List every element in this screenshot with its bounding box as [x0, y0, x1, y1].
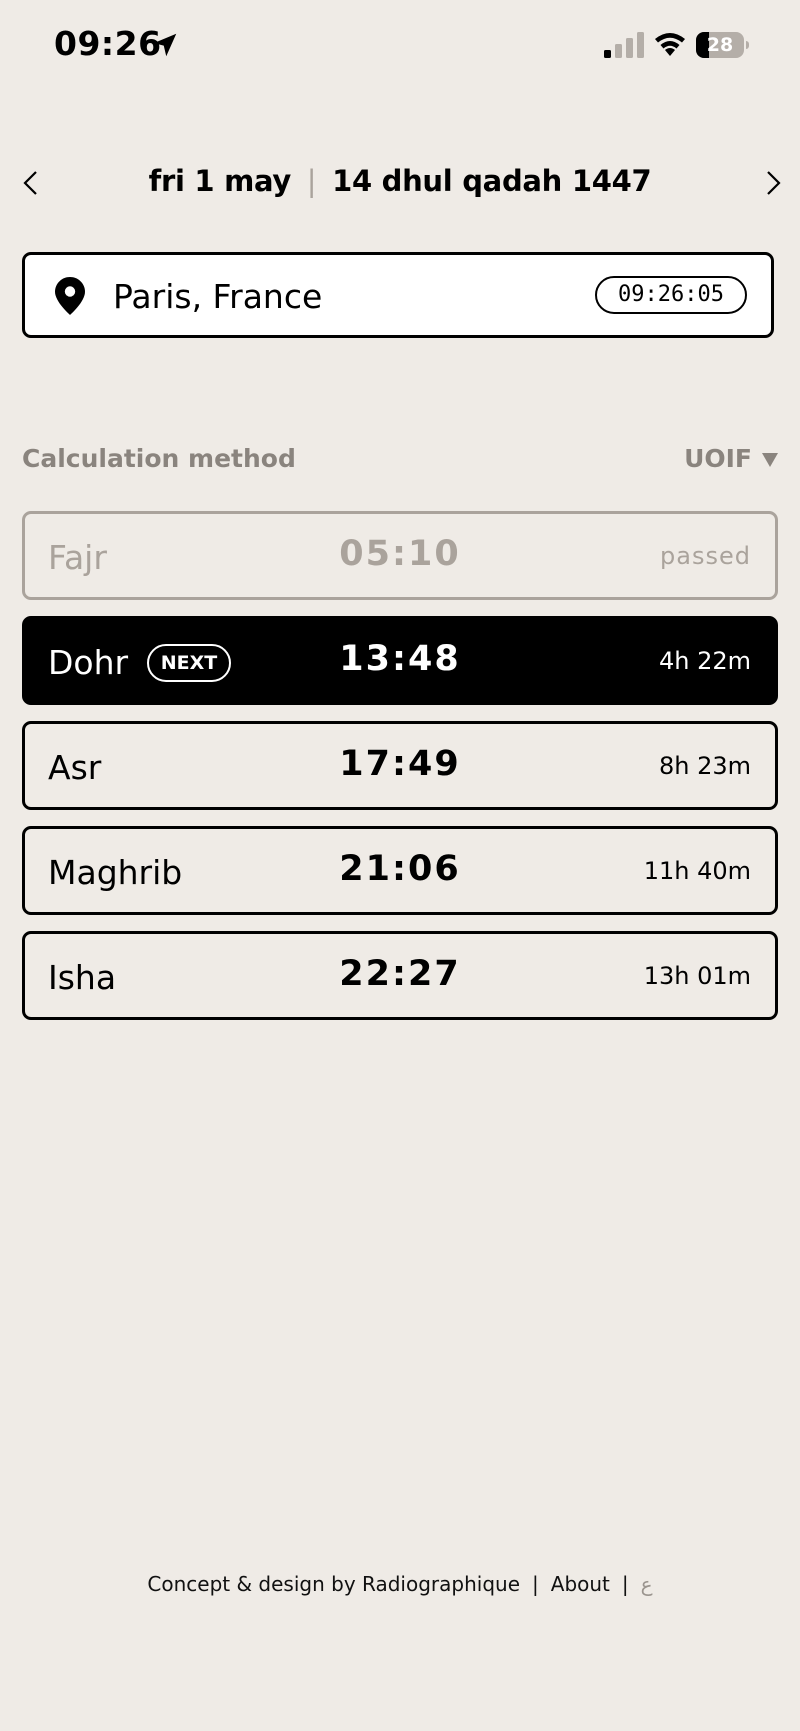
cellular-signal-icon [604, 32, 644, 58]
footer-separator: | [532, 1572, 539, 1596]
prayer-remaining: 4h 22m [658, 647, 751, 675]
calculation-method-label: Calculation method [22, 444, 296, 473]
location-selector[interactable]: Paris, France 09:26:05 [22, 252, 774, 338]
caret-down-icon [762, 453, 778, 467]
credit-link[interactable]: Concept & design by Radiographique [147, 1572, 520, 1596]
prayer-remaining: 11h 40m [643, 857, 751, 885]
location-arrow-icon [153, 33, 177, 57]
prayer-row-fajr: Fajr 05:10 passed [22, 511, 778, 600]
footer-separator: | [621, 1572, 629, 1596]
gregorian-date: fri 1 may [148, 164, 292, 198]
calculation-method-value: UOIF [684, 444, 752, 473]
battery-indicator: 28 [696, 32, 750, 58]
map-pin-icon [55, 277, 85, 315]
battery-percent: 28 [706, 34, 734, 56]
calculation-method-row: Calculation method UOIF [22, 444, 778, 480]
hijri-date: 14 dhul qadah 1447 [332, 164, 652, 198]
language-toggle[interactable]: ع [641, 1572, 653, 1596]
date-title: fri 1 may | 14 dhul qadah 1447 [0, 164, 800, 198]
wifi-icon [655, 33, 685, 56]
battery-cap [746, 41, 749, 49]
current-time-badge: 09:26:05 [595, 276, 747, 314]
prayer-list: Fajr 05:10 passed Dohr NEXT 13:48 4h 22m… [22, 511, 778, 1036]
about-link[interactable]: About [551, 1572, 610, 1596]
prayer-row-maghrib: Maghrib 21:06 11h 40m [22, 826, 778, 915]
prayer-remaining: passed [660, 542, 751, 570]
status-bar: 09:26 28 [0, 0, 800, 92]
date-separator: | [306, 164, 317, 198]
prayer-times-screen: 09:26 28 fri 1 may | 14 dhul qadah 1447 … [0, 0, 800, 1731]
chevron-right-icon[interactable] [758, 168, 788, 198]
prayer-row-isha: Isha 22:27 13h 01m [22, 931, 778, 1020]
battery-icon: 28 [696, 32, 744, 58]
prayer-row-asr: Asr 17:49 8h 23m [22, 721, 778, 810]
location-name: Paris, France [113, 277, 323, 316]
footer: Concept & design by Radiographique | About… [0, 1572, 800, 1596]
prayer-row-dohr: Dohr NEXT 13:48 4h 22m [22, 616, 778, 705]
status-time: 09:26 [54, 24, 162, 63]
date-navigation: fri 1 may | 14 dhul qadah 1447 [0, 158, 800, 208]
prayer-remaining: 13h 01m [643, 962, 751, 990]
prayer-remaining: 8h 23m [658, 752, 751, 780]
calculation-method-select[interactable]: UOIF [684, 444, 778, 473]
